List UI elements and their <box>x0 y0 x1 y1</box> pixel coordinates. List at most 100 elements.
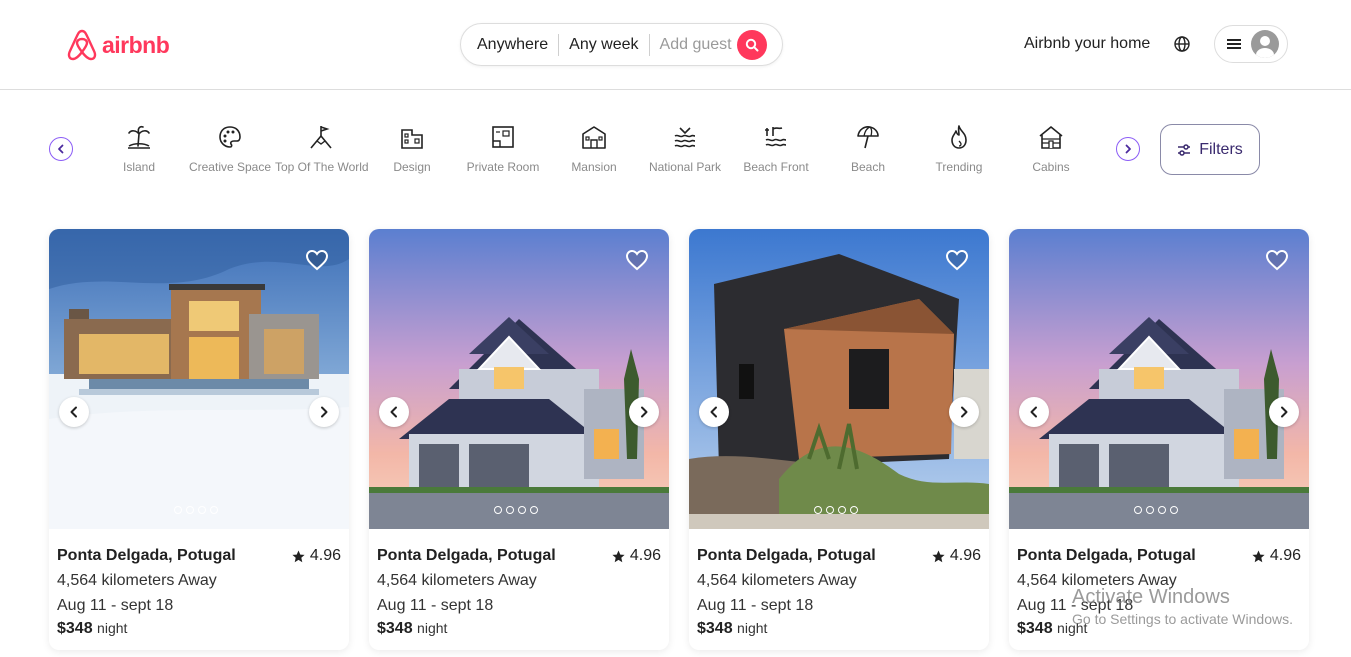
search-icon <box>745 38 759 52</box>
category-island[interactable]: Island <box>93 124 185 174</box>
search-guests[interactable]: Add guest <box>650 35 742 55</box>
price-unit: night <box>1057 620 1088 636</box>
category-top-of-the-world[interactable]: Top Of The World <box>275 124 369 174</box>
pagination-dot[interactable] <box>1134 506 1142 514</box>
search-button[interactable] <box>737 30 767 60</box>
cabin-icon <box>1039 126 1063 149</box>
rating-value: 4.96 <box>309 547 341 564</box>
avatar <box>1251 30 1279 58</box>
listing-distance: 4,564 kilometers Away <box>697 572 857 589</box>
category-label: Design <box>393 160 431 174</box>
heart-icon[interactable] <box>625 249 649 271</box>
category-design[interactable]: Design <box>366 124 458 174</box>
category-scroll-right-button[interactable] <box>1116 137 1140 161</box>
listing-distance: 4,564 kilometers Away <box>57 572 217 589</box>
pagination-dot[interactable] <box>814 506 822 514</box>
price-unit: night <box>417 620 448 636</box>
listing-card[interactable]: Ponta Delgada, Potugal 4.96 4,564 kilome… <box>49 229 349 650</box>
photo-prev-button[interactable] <box>1019 397 1049 427</box>
sliders-icon <box>1178 143 1191 156</box>
photo-prev-button[interactable] <box>379 397 409 427</box>
chevron-left-icon <box>1030 406 1037 418</box>
category-mansion[interactable]: Mansion <box>548 124 640 174</box>
globe-icon[interactable] <box>1173 35 1191 53</box>
listing-dates: Aug 11 - sept 18 <box>57 597 174 614</box>
listing-photo[interactable] <box>369 229 669 529</box>
mansion-icon <box>582 126 606 149</box>
filters-label: Filters <box>1199 140 1243 158</box>
pagination-dot[interactable] <box>838 506 846 514</box>
modern-villa-photo <box>49 229 349 529</box>
listing-rating: 4.96 <box>1252 547 1301 565</box>
chevron-left-icon <box>390 406 397 418</box>
price-value: $348 <box>1017 620 1053 637</box>
pagination-dot[interactable] <box>186 506 194 514</box>
listing-photo[interactable] <box>1009 229 1309 529</box>
category-private-room[interactable]: Private Room <box>457 124 549 174</box>
listing-details: Ponta Delgada, Potugal 4.96 4,564 kilome… <box>697 547 981 638</box>
top-header: airbnb Anywhere Any week Add guest Airbn… <box>0 0 1351 90</box>
photo-next-button[interactable] <box>629 397 659 427</box>
listing-details: Ponta Delgada, Potugal 4.96 4,564 kilome… <box>57 547 341 638</box>
listing-price: $348 night <box>1017 620 1301 638</box>
photo-next-button[interactable] <box>949 397 979 427</box>
pagination-dot[interactable] <box>826 506 834 514</box>
pagination-dot[interactable] <box>530 506 538 514</box>
pagination-dot[interactable] <box>210 506 218 514</box>
waves-park-icon <box>674 127 696 148</box>
listing-price: $348 night <box>697 620 981 638</box>
pagination-dot[interactable] <box>1146 506 1154 514</box>
category-label: National Park <box>648 160 722 174</box>
listing-card[interactable]: Ponta Delgada, Potugal 4.96 4,564 kilome… <box>1009 229 1309 650</box>
suburban-house-photo <box>369 229 669 529</box>
flag-peak-icon <box>310 126 332 149</box>
pagination-dot[interactable] <box>506 506 514 514</box>
listing-card[interactable]: Ponta Delgada, Potugal 4.96 4,564 kilome… <box>369 229 669 650</box>
search-dates[interactable]: Any week <box>559 35 648 55</box>
photo-next-button[interactable] <box>1269 397 1299 427</box>
filters-button[interactable]: Filters <box>1160 124 1260 175</box>
search-location[interactable]: Anywhere <box>477 35 558 55</box>
palm-island-icon <box>128 125 150 149</box>
user-avatar-icon <box>1256 36 1274 58</box>
category-trending[interactable]: Trending <box>913 124 1005 174</box>
pagination-dot[interactable] <box>198 506 206 514</box>
hamburger-menu-icon <box>1227 39 1241 49</box>
listing-rating: 4.96 <box>932 547 981 565</box>
category-scroll-left-button[interactable] <box>49 137 73 161</box>
heart-icon[interactable] <box>1265 249 1289 271</box>
price-unit: night <box>97 620 128 636</box>
host-link[interactable]: Airbnb your home <box>1024 35 1150 53</box>
listing-photo[interactable] <box>689 229 989 529</box>
photo-prev-button[interactable] <box>59 397 89 427</box>
category-label: Trending <box>935 160 983 174</box>
search-bar[interactable]: Anywhere Any week Add guest <box>460 23 783 66</box>
category-label: Private Room <box>466 160 540 174</box>
star-icon <box>612 550 625 562</box>
building-design-icon <box>401 129 423 149</box>
listing-card[interactable]: Ponta Delgada, Potugal 4.96 4,564 kilome… <box>689 229 989 650</box>
heart-icon[interactable] <box>945 249 969 271</box>
airbnb-logo[interactable]: airbnb <box>66 28 170 62</box>
pagination-dot[interactable] <box>174 506 182 514</box>
category-national-park[interactable]: National Park <box>639 124 731 174</box>
pagination-dot[interactable] <box>518 506 526 514</box>
category-creative-space[interactable]: Creative Space <box>184 124 276 174</box>
user-menu-button[interactable] <box>1214 25 1288 63</box>
category-beach-front[interactable]: Beach Front <box>730 124 822 174</box>
category-cabins[interactable]: Cabins <box>1005 124 1097 174</box>
pagination-dot[interactable] <box>1170 506 1178 514</box>
category-beach[interactable]: Beach <box>822 124 914 174</box>
chevron-right-icon <box>961 406 968 418</box>
photo-prev-button[interactable] <box>699 397 729 427</box>
listing-photo[interactable] <box>49 229 349 529</box>
pagination-dot[interactable] <box>850 506 858 514</box>
pagination-dot[interactable] <box>1158 506 1166 514</box>
star-icon <box>932 550 945 562</box>
rating-value: 4.96 <box>629 547 661 564</box>
pagination-dot[interactable] <box>494 506 502 514</box>
heart-icon[interactable] <box>305 249 329 271</box>
black-wood-house-photo <box>689 229 989 529</box>
price-value: $348 <box>697 620 733 637</box>
photo-next-button[interactable] <box>309 397 339 427</box>
